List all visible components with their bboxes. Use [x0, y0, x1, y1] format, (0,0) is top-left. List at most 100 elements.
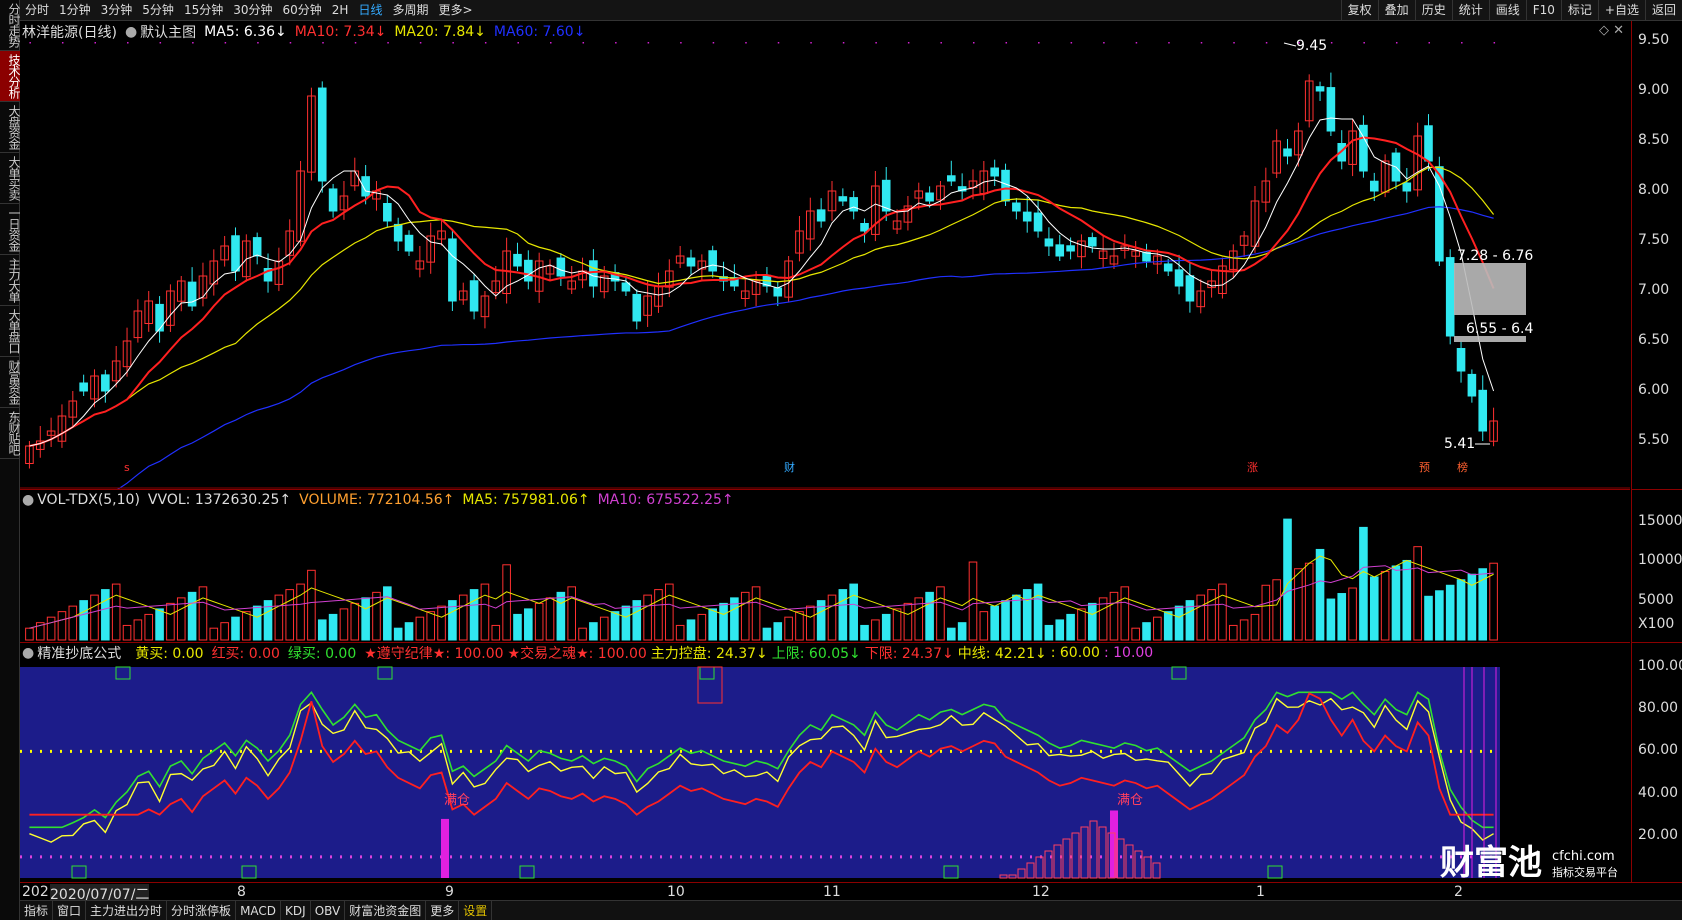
- toolbar-actions: 复权 叠加 历史 统计 画线 F10 标记 +自选 返回: [1340, 0, 1682, 21]
- side-tab-4[interactable]: 一日资金: [0, 204, 21, 255]
- toolbar-action-3[interactable]: 统计: [1451, 0, 1489, 21]
- period-tab-9[interactable]: 多周期: [387, 0, 433, 21]
- top-dot: [1493, 42, 1496, 44]
- period-tab-6[interactable]: 60分钟: [278, 0, 327, 21]
- candle-body: [1283, 148, 1292, 157]
- volume-bar: [784, 616, 793, 641]
- bottom-tab-6[interactable]: OBV: [311, 900, 346, 920]
- volume-chart[interactable]: [20, 490, 1630, 643]
- candle-body: [1315, 86, 1325, 92]
- period-tab-7[interactable]: 2H: [327, 0, 354, 21]
- gap-label-2: 6.55 - 6.4: [1466, 321, 1533, 337]
- volume-bar: [1142, 622, 1151, 641]
- top-dot: [1168, 42, 1170, 44]
- bottom-tab-0[interactable]: 指标: [20, 900, 54, 920]
- bottom-tab-1[interactable]: 窗口: [53, 900, 87, 920]
- period-tab-2[interactable]: 3分钟: [96, 0, 138, 21]
- bottom-tab-8[interactable]: 更多: [426, 900, 460, 920]
- bottom-tab-5[interactable]: KDJ: [281, 900, 311, 920]
- candle-body: [448, 238, 457, 302]
- vol-ma5-value: MA5: 757981.06↑: [462, 492, 590, 508]
- candle-body: [881, 179, 891, 212]
- volume-bar: [187, 591, 197, 641]
- toolbar-action-4[interactable]: 画线: [1488, 0, 1526, 21]
- gear-icon[interactable]: ●: [22, 492, 34, 508]
- shangxian-value: 上限: 60.05↓: [771, 646, 861, 662]
- toolbar-action-7[interactable]: +自选: [1597, 0, 1645, 21]
- bottom-tab-9[interactable]: 设置: [459, 900, 493, 920]
- toolbar-action-5[interactable]: F10: [1525, 0, 1561, 21]
- period-tab-4[interactable]: 15分钟: [179, 0, 228, 21]
- toolbar-action-6[interactable]: 标记: [1560, 0, 1598, 21]
- candle-body: [1033, 212, 1043, 232]
- bottom-tab-3[interactable]: 分时涨停板: [167, 900, 237, 920]
- side-tab-2[interactable]: 大盘资金: [0, 102, 21, 153]
- indicator-chart[interactable]: 满仓 满仓: [20, 643, 1630, 883]
- volume-bar: [827, 594, 837, 641]
- y-label-8: 5.50: [1638, 432, 1670, 448]
- period-tab-5[interactable]: 30分钟: [228, 0, 277, 21]
- candle-body: [1174, 269, 1184, 287]
- price-pane[interactable]: 7.28 - 6.76 6.55 - 6.4 9.45 5.41 s 财 涨 预 榜 林洋能源(…: [20, 21, 1630, 489]
- period-tab-10[interactable]: 更多>: [433, 0, 477, 21]
- gear-icon[interactable]: ●: [125, 24, 137, 40]
- top-dot: [419, 42, 422, 44]
- side-tab-1[interactable]: 技术分析: [0, 51, 21, 102]
- indicator-pane[interactable]: 满仓 满仓 ● 精准抄底公式 黄买: 0.00 红买: 0.00 绿买: 0.00…: [20, 642, 1630, 882]
- toolbar-action-8[interactable]: 返回: [1644, 0, 1682, 21]
- top-dot: [1265, 42, 1268, 44]
- template-name[interactable]: 默认主图: [140, 22, 196, 42]
- bottom-tab-7[interactable]: 财富池资金图: [345, 900, 427, 920]
- toolbar-action-0[interactable]: 复权: [1340, 0, 1378, 21]
- y-label-3: X100: [1638, 616, 1675, 632]
- volume-bar: [968, 561, 978, 641]
- candle-body: [1424, 125, 1433, 162]
- pane-controls[interactable]: ◇ ✕: [1599, 23, 1624, 38]
- candle-body: [469, 280, 479, 312]
- candle-body: [1044, 238, 1054, 247]
- candlestick-chart[interactable]: 7.28 - 6.76 6.55 - 6.4 9.45 5.41 s 财 涨 预 榜: [20, 21, 1630, 489]
- x-month-1: 9: [445, 884, 454, 900]
- toolbar-action-1[interactable]: 叠加: [1377, 0, 1415, 21]
- y-label-0: 9.50: [1638, 32, 1670, 48]
- volume-bar: [1348, 587, 1357, 641]
- period-tab-0[interactable]: 分时: [20, 0, 54, 21]
- top-dot: [484, 42, 487, 44]
- side-tab-7[interactable]: 财富资金: [0, 357, 21, 408]
- period-toolbar: 分时 1分钟 3分钟 5分钟 15分钟 30分钟 60分钟 2H 日线 多周期 更多> 复权 叠加 历史…: [20, 0, 1682, 21]
- gear-icon[interactable]: ●: [22, 645, 34, 661]
- volume-bar: [111, 583, 121, 641]
- vvol-value: VVOL: 1372630.25↑: [147, 492, 292, 508]
- jiaoyi-value: ★交易之魂★: 100.00: [507, 646, 647, 662]
- volume-bar: [252, 605, 262, 641]
- side-tab-6[interactable]: 大单盘口: [0, 306, 21, 357]
- volume-value: VOLUME: 772104.56↑: [299, 492, 455, 508]
- bottom-tab-4[interactable]: MACD: [236, 900, 282, 920]
- candle-body: [317, 87, 327, 182]
- mancang-label-2: 满仓: [1117, 793, 1143, 808]
- side-tab-8[interactable]: 东财贴吧: [0, 408, 21, 459]
- volume-bar: [383, 586, 392, 641]
- volume-bar: [231, 616, 240, 641]
- volume-bar: [936, 586, 945, 641]
- bottom-tab-2[interactable]: 主力进出分时: [86, 900, 168, 920]
- side-tab-5[interactable]: 主力大单: [0, 255, 21, 306]
- top-dot: [582, 42, 585, 44]
- indicator-title: 精准抄底公式: [37, 646, 122, 662]
- period-tab-1[interactable]: 1分钟: [54, 0, 96, 21]
- volume-bar: [675, 624, 685, 641]
- volume-bar: [155, 608, 164, 641]
- period-tab-3[interactable]: 5分钟: [137, 0, 179, 21]
- side-tab-0[interactable]: 分时走势: [0, 0, 21, 51]
- volume-pane[interactable]: ● VOL-TDX(5,10) VVOL: 1372630.25↑ VOLUME…: [20, 489, 1630, 642]
- top-dot: [550, 42, 552, 44]
- candle-body: [1055, 244, 1065, 257]
- ma10-line: [29, 136, 1495, 447]
- period-tab-8[interactable]: 日线: [353, 0, 387, 21]
- candle-body: [621, 282, 631, 292]
- toolbar-action-2[interactable]: 历史: [1414, 0, 1452, 21]
- side-tab-3[interactable]: 大单买卖: [0, 153, 21, 204]
- vol-ma10-line: [29, 565, 1494, 629]
- volume-bar: [643, 594, 652, 641]
- candle-body: [632, 293, 642, 322]
